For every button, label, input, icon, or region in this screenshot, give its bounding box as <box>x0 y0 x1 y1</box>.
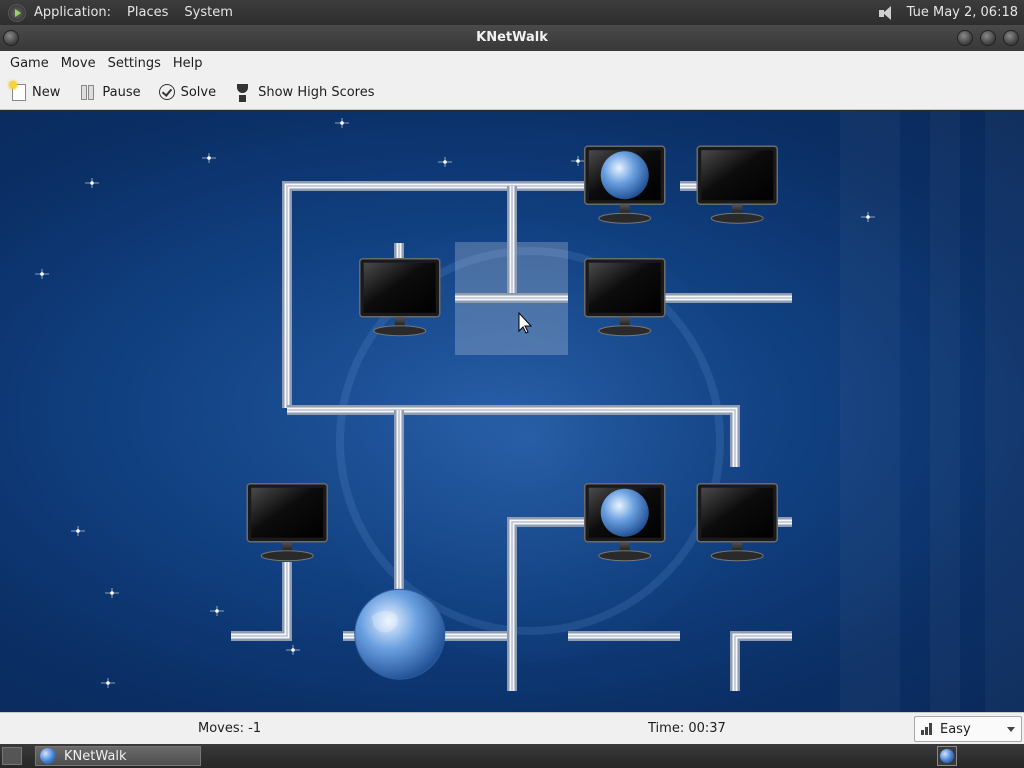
cable-segment <box>730 631 792 691</box>
new-button[interactable]: New <box>6 78 66 106</box>
new-label: New <box>32 84 61 100</box>
new-document-icon <box>9 80 26 101</box>
connected-globe-icon <box>600 151 649 200</box>
star <box>105 588 119 598</box>
star <box>35 269 49 279</box>
star <box>210 606 224 616</box>
difficulty-icon <box>921 723 935 735</box>
high-scores-label: Show High Scores <box>258 84 375 100</box>
difficulty-select[interactable]: Easy <box>914 716 1022 742</box>
solve-label: Solve <box>180 84 217 100</box>
checkmark-icon <box>158 84 175 100</box>
difficulty-value: Easy <box>940 721 971 737</box>
applications-menu[interactable]: Application: <box>26 0 119 25</box>
connected-globe-icon <box>600 488 649 537</box>
star <box>71 526 85 536</box>
tray-knetwalk-icon[interactable] <box>937 746 957 766</box>
pause-icon <box>78 83 96 101</box>
taskbar-item-label: KNetWalk <box>64 748 127 764</box>
star <box>571 156 585 166</box>
statusbar: Moves: -1 Time: 00:37 Easy <box>0 712 1024 744</box>
solve-button[interactable]: Solve <box>153 78 223 106</box>
pause-button[interactable]: Pause <box>72 78 146 106</box>
computer-node[interactable] <box>246 483 328 562</box>
knetwalk-app-icon <box>40 748 56 764</box>
star <box>101 678 115 688</box>
star <box>202 153 216 163</box>
system-menu[interactable]: System <box>176 0 240 25</box>
window-titlebar[interactable]: KNetWalk <box>0 25 1024 51</box>
chevron-down-icon <box>1007 727 1015 732</box>
computer-node[interactable] <box>584 145 666 224</box>
show-high-scores-button[interactable]: Show High Scores <box>228 78 380 106</box>
pause-label: Pause <box>102 84 141 100</box>
toolbar: New Pause Solve Show High Scores <box>0 75 1024 110</box>
knetwalk-tray-globe-icon <box>940 749 954 763</box>
applications-menu-icon[interactable] <box>8 3 26 22</box>
menu-help[interactable]: Help <box>167 56 209 71</box>
menu-settings[interactable]: Settings <box>102 56 167 71</box>
cable-segment <box>231 562 292 641</box>
star <box>335 118 349 128</box>
star <box>861 212 875 222</box>
star <box>85 178 99 188</box>
close-button[interactable] <box>1003 30 1019 46</box>
maximize-button[interactable] <box>980 30 996 46</box>
minimize-button[interactable] <box>957 30 973 46</box>
computer-node[interactable] <box>696 145 778 224</box>
network-board[interactable] <box>0 111 1024 712</box>
taskbar: KNetWalk <box>0 744 1024 768</box>
places-menu[interactable]: Places <box>119 0 176 25</box>
game-board-area[interactable] <box>0 111 1024 712</box>
volume-icon[interactable] <box>877 4 899 22</box>
trophy-icon <box>234 83 252 102</box>
taskbar-item-knetwalk[interactable]: KNetWalk <box>35 746 201 766</box>
window-title: KNetWalk <box>476 30 548 45</box>
top-panel: Application: Places System Tue May 2, 06… <box>0 0 1024 25</box>
menubar: Game Move Settings Help <box>0 51 1024 75</box>
moves-counter: Moves: -1 <box>198 721 262 736</box>
time-counter: Time: 00:37 <box>648 721 726 736</box>
menu-move[interactable]: Move <box>55 56 102 71</box>
clock[interactable]: Tue May 2, 06:18 <box>907 5 1024 20</box>
menu-game[interactable]: Game <box>4 56 55 71</box>
server-globe[interactable] <box>354 588 446 680</box>
star <box>438 157 452 167</box>
window-menu-button[interactable] <box>3 30 19 46</box>
show-desktop-icon[interactable] <box>2 747 22 765</box>
star <box>286 645 300 655</box>
